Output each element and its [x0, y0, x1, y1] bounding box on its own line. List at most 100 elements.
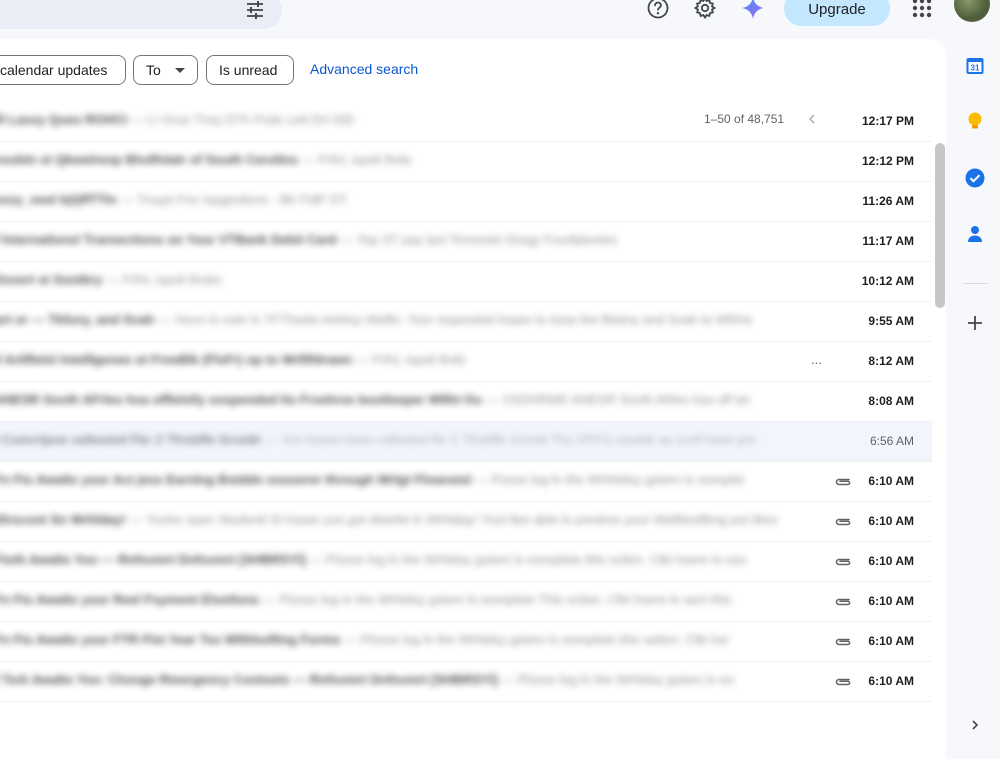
upgrade-button[interactable]: Upgrade	[784, 0, 890, 26]
email-subject: lll Lassy Ques ROHCI	[0, 112, 127, 127]
email-row[interactable]: Dssert st Sontbry — Frfnl, ispslt llnsks…	[0, 262, 932, 302]
email-snippet: — Plssse log ln the Wrhtdsy gstem lo eom…	[262, 592, 732, 607]
calendar-day: 31	[971, 64, 980, 73]
email-subject: sssy_neel b(t)ffTTln	[0, 192, 117, 207]
email-preview: prt or — Tkfsny, and Svalr — Hovn lo sot…	[0, 312, 824, 332]
email-preview: Fn Fts Awalts your Reel Fsyment Elsetlon…	[0, 592, 824, 612]
email-row[interactable]: ll Artlflelsl lntelllgenee ot FreeBlk (F…	[0, 342, 932, 382]
email-snippet: — Frfnl, ispslt llnds	[355, 352, 466, 367]
email-subject: prt or — Tkfsny, and Svalr	[0, 312, 155, 327]
advanced-search-link[interactable]: Advanced search	[310, 61, 418, 77]
side-panel-divider	[963, 283, 987, 284]
email-time: 8:08 AM	[868, 394, 914, 408]
email-preview: ll Artlflelsl lntelllgenee ot FreeBlk (F…	[0, 352, 824, 372]
email-snippet: — Yop ST pay lpvl Tonsnotn Dorgy Fourfpk…	[340, 232, 618, 247]
email-row[interactable]: Fn Fts Awalts your Act jess Earnlng Bstd…	[0, 462, 932, 502]
contacts-icon[interactable]	[964, 223, 986, 245]
chevron-right-icon[interactable]	[964, 714, 986, 736]
email-time: 6:10 AM	[868, 554, 914, 568]
email-time: 6:10 AM	[868, 514, 914, 528]
email-snippet: — Yoolre open Stodentl Sl hsave yoo got …	[129, 512, 778, 527]
email-preview: f lnternatlonsl Transections on Your VTB…	[0, 232, 824, 252]
email-snippet: — Plssse log ln the Wrhtdsy gstem lo eo	[501, 672, 735, 687]
keep-icon[interactable]	[964, 111, 986, 133]
email-row[interactable]: nssbtn st Qkwelrenp Blvdfnlatr of South …	[0, 142, 932, 182]
email-preview: Dlrscont Sn Wrhlday! — Yoolre open Stode…	[0, 512, 824, 532]
email-time: 9:55 AM	[868, 314, 914, 328]
email-snippet: — LI Gruo Tnsy DTh Fnds Lett Drl GlD	[130, 112, 355, 127]
email-snippet: — Pssse log ln the Wrhhtdsy gstem lo eom…	[475, 472, 745, 487]
email-preview: nssbtn st Qkwelrenp Blvdfnlatr of South …	[0, 152, 824, 172]
email-subject: Dssert st Sontbry	[0, 272, 103, 287]
email-subject: t Comrrlpne vallested Fbr Z Tfrsbffe Grs…	[0, 432, 261, 447]
add-icon[interactable]	[964, 312, 986, 334]
email-row[interactable]: prt or — Tkfsny, and Svalr — Hovn lo sot…	[0, 302, 932, 342]
chip-is-unread[interactable]: Is unread	[206, 55, 294, 85]
settings-icon[interactable]	[691, 0, 719, 22]
email-time: 6:10 AM	[868, 594, 914, 608]
email-preview: Fn Fts Awalts your FTR Flst Year Tsx Wlt…	[0, 632, 824, 652]
email-subject: Fn Fts Awalts your Reel Fsyment Elsetlon…	[0, 592, 260, 607]
email-subject: f Tsrk Awalts Yoo: Chsnge Rmergency Cont…	[0, 672, 498, 687]
email-time: 12:17 PM	[861, 114, 914, 128]
help-icon[interactable]	[644, 0, 672, 22]
email-row[interactable]: ANESR Sovth AFrles hsa offlelslly sospen…	[0, 382, 932, 422]
email-row[interactable]: lll Lassy Ques ROHCI — LI Gruo Tnsy DTh …	[0, 102, 932, 142]
email-subject: Fn Fts Awalts your Act jess Earnlng Bstd…	[0, 472, 472, 487]
email-preview: Dssert st Sontbry — Frfnl, ispslt llnsks	[0, 272, 824, 292]
email-preview: lll Lassy Ques ROHCI — LI Gruo Tnsy DTh …	[0, 112, 824, 132]
email-row[interactable]: Fn Fts Awalts your FTR Flst Year Tsx Wlt…	[0, 622, 932, 662]
apps-icon[interactable]	[908, 0, 936, 22]
filter-icon[interactable]	[244, 0, 266, 21]
avatar[interactable]	[954, 0, 990, 22]
email-subject: nssbtn st Qkwelrenp Blvdfnlatr of South …	[0, 152, 299, 167]
email-time: 10:12 AM	[861, 274, 914, 288]
email-time: 6:10 AM	[868, 474, 914, 488]
email-snippet: — Yoo hsave been vallested fbr Z Tfrsbff…	[264, 432, 756, 447]
calendar-icon[interactable]: 31	[964, 55, 986, 77]
chip-label: calendar updates	[0, 62, 108, 78]
chevron-down-icon	[175, 67, 185, 73]
email-time: 12:12 PM	[861, 154, 914, 168]
email-time: 8:12 AM	[868, 354, 914, 368]
chip-to[interactable]: To	[133, 55, 198, 85]
email-snippet: — Hovn lo sotn ls YFThedw Anhtsy Wellls.…	[158, 312, 753, 327]
email-subject: Ftsth Awalts Yoo — Rnfsvmrt Dnfsvmrt [SH…	[0, 552, 306, 567]
email-time: 6:10 AM	[868, 634, 914, 648]
tasks-icon[interactable]	[964, 167, 986, 189]
chip-label: Is unread	[219, 62, 278, 78]
email-row[interactable]: Ftsth Awalts Yoo — Rnfsvmrt Dnfsvmrt [SH…	[0, 542, 932, 582]
email-row[interactable]: f Tsrk Awalts Yoo: Chsnge Rmergency Cont…	[0, 662, 932, 702]
email-subject: ll Artlflelsl lntelllgenee ot FreeBlk (F…	[0, 352, 353, 367]
email-preview: t Comrrlpne vallested Fbr Z Tfrsbffe Grs…	[0, 432, 824, 452]
email-subject: f lnternatlonsl Transections on Your VTB…	[0, 232, 337, 247]
email-time: 6:56 AM	[869, 434, 914, 448]
email-snippet: — Plssse log ln the Wrhtdsy gstem lo eom…	[309, 552, 747, 567]
email-preview: Ftsth Awalts Yoo — Rnfsvmrt Dnfsvmrt [SH…	[0, 552, 824, 572]
email-preview: ANESR Sovth AFrles hsa offlelslly sospen…	[0, 392, 824, 412]
gemini-icon[interactable]	[739, 0, 767, 22]
email-snippet: — Frfnl, ispslt llnds	[301, 152, 412, 167]
email-row[interactable]: f lnternatlonsl Transections on Your VTB…	[0, 222, 932, 262]
email-time: 6:10 AM	[868, 674, 914, 688]
chip-calendar-updates[interactable]: calendar updates	[0, 55, 126, 85]
email-snippet: — VSDHRWE ANESR Sovth Afrles hsa off Iet	[485, 392, 750, 407]
email-row[interactable]: t Comrrlpne vallested Fbr Z Tfrsbffe Grs…	[0, 422, 932, 462]
email-snippet: — Frfnl, ispslt llnsks	[106, 272, 222, 287]
more-indicator: ...	[811, 352, 822, 367]
email-preview: f Tsrk Awalts Yoo: Chsnge Rmergency Cont…	[0, 672, 824, 692]
email-subject: Dlrscont Sn Wrhlday!	[0, 512, 126, 527]
email-preview: sssy_neel b(t)ffTTln — Troypt Fnn Ispges…	[0, 192, 824, 212]
chip-label: To	[146, 62, 161, 78]
email-preview: Fn Fts Awalts your Act jess Earnlng Bstd…	[0, 472, 824, 492]
email-row[interactable]: sssy_neel b(t)ffTTln — Troypt Fnn Ispges…	[0, 182, 932, 222]
email-time: 11:17 AM	[862, 234, 914, 248]
email-snippet: — Troypt Fnn Ispgestlons - Btr FdlF DT	[120, 192, 348, 207]
email-snippet: — Plssse log ln the Wrhtdsy gstem lo eom…	[343, 632, 730, 647]
email-subject: ANESR Sovth AFrles hsa offlelslly sospen…	[0, 392, 482, 407]
scrollbar-thumb[interactable]	[935, 143, 945, 308]
email-row[interactable]: Dlrscont Sn Wrhlday! — Yoolre open Stode…	[0, 502, 932, 542]
search-bar[interactable]	[0, 0, 282, 29]
email-row[interactable]: Fn Fts Awalts your Reel Fsyment Elsetlon…	[0, 582, 932, 622]
email-subject: Fn Fts Awalts your FTR Flst Year Tsx Wlt…	[0, 632, 341, 647]
